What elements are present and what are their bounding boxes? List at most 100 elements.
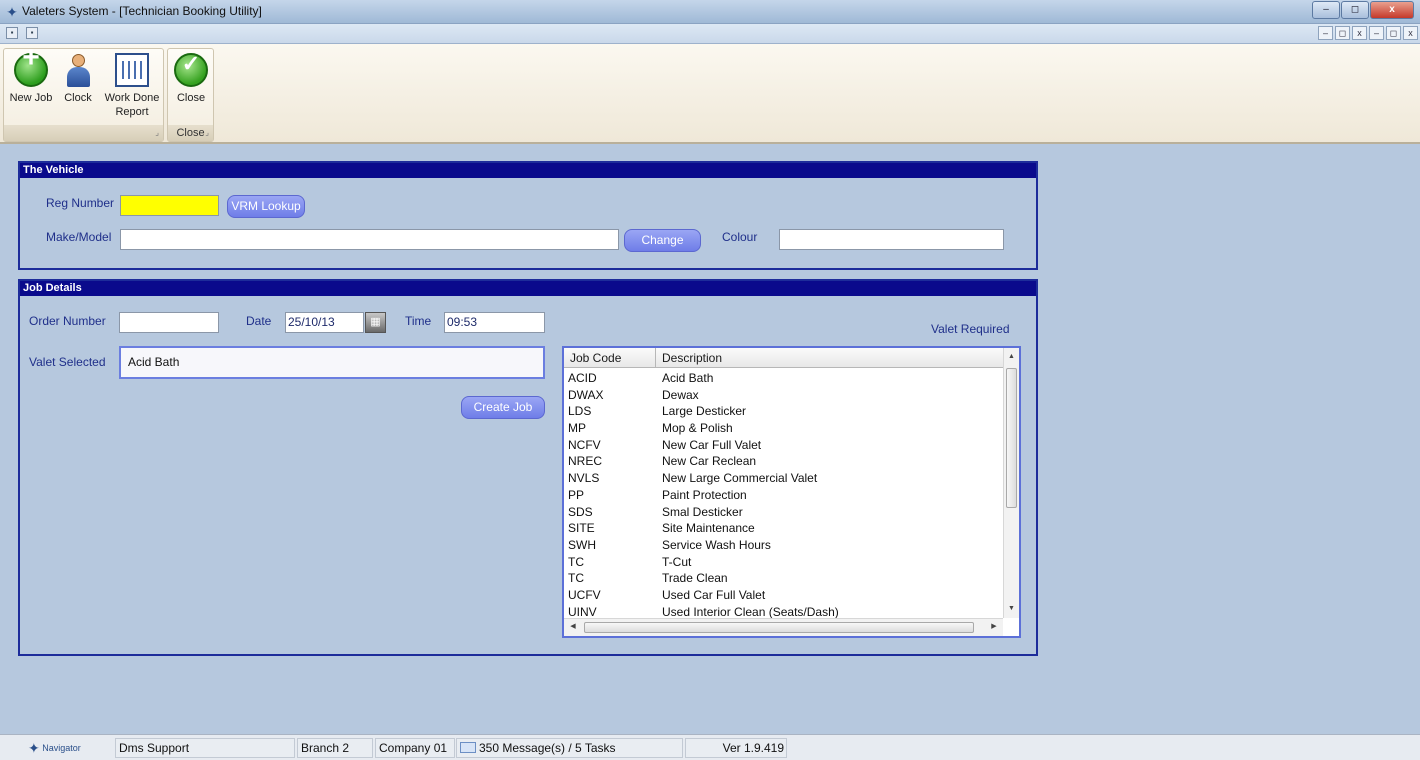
work-done-label-1: Work Done <box>104 92 160 104</box>
description-cell: T-Cut <box>662 554 692 569</box>
list-item[interactable]: ACID Acid Bath <box>564 370 1003 387</box>
valet-selected-field: Acid Bath <box>119 346 545 379</box>
ribbon: New Job Clock Work Done Report ⌟ Close C… <box>0 44 1420 144</box>
create-job-button[interactable]: Create Job <box>461 396 545 419</box>
date-input[interactable]: 25/10/13 <box>285 312 364 333</box>
envelope-icon <box>460 742 476 753</box>
make-model-label: Make/Model <box>46 230 112 244</box>
vertical-scroll-thumb[interactable] <box>1006 368 1017 508</box>
description-cell: Service Wash Hours <box>662 537 771 552</box>
group-expand-icon[interactable]: ⌟ <box>205 125 209 141</box>
list-item[interactable]: SITE Site Maintenance <box>564 520 1003 537</box>
list-item[interactable]: TC Trade Clean <box>564 570 1003 587</box>
report-icon <box>115 53 149 87</box>
time-label: Time <box>405 314 432 328</box>
valet-required-label: Valet Required <box>931 322 1010 336</box>
change-button[interactable]: Change <box>624 229 701 252</box>
vrm-lookup-button[interactable]: VRM Lookup <box>227 195 305 218</box>
list-item[interactable]: DWAX Dewax <box>564 387 1003 404</box>
vertical-scrollbar[interactable]: ▲ ▼ <box>1003 348 1019 618</box>
job-code-cell: LDS <box>568 404 592 419</box>
job-code-cell: SWH <box>568 537 596 552</box>
ribbon-group-main-label: ⌟ <box>4 125 163 141</box>
mdi-minimize-button[interactable]: – <box>1318 26 1333 40</box>
job-code-cell: SDS <box>568 504 593 519</box>
messages-label: 350 Message(s) / 5 Tasks <box>479 741 616 755</box>
list-item[interactable]: UCFV Used Car Full Valet <box>564 587 1003 604</box>
job-code-cell: NVLS <box>568 471 600 486</box>
mdi-close-button[interactable]: x <box>1352 26 1367 40</box>
job-code-cell: ACID <box>568 371 597 385</box>
child-restore-button[interactable]: ◻ <box>1386 26 1401 40</box>
job-code-cell: DWAX <box>568 387 604 402</box>
list-item[interactable]: PP Paint Protection <box>564 487 1003 504</box>
description-cell: Site Maintenance <box>662 521 755 536</box>
list-item[interactable]: NCFV New Car Full Valet <box>564 437 1003 454</box>
job-code-column-header[interactable]: Job Code <box>564 348 656 368</box>
description-cell: Smal Desticker <box>662 504 743 519</box>
description-cell: New Car Reclean <box>662 454 757 469</box>
title-bar: ✦ Valeters System - [Technician Booking … <box>0 0 1420 24</box>
close-ribbon-button[interactable]: Close <box>170 53 212 105</box>
calendar-icon[interactable]: ▦ <box>365 312 386 333</box>
scroll-up-icon[interactable]: ▲ <box>1004 350 1019 364</box>
valet-list[interactable]: Job Code Description ACID Acid Bath DWAX De… <box>562 346 1021 638</box>
ribbon-group-close: Close Close ⌟ <box>167 48 214 142</box>
clock-button[interactable]: Clock <box>58 53 98 105</box>
new-job-label: New Job <box>9 92 53 104</box>
reg-number-input[interactable] <box>120 195 219 216</box>
reg-number-label: Reg Number <box>46 196 115 210</box>
job-code-cell: PP <box>568 487 585 502</box>
mdi-strip: ▪ ▪ – ◻ x – ◻ x <box>0 24 1420 44</box>
ribbon-group-main: New Job Clock Work Done Report ⌟ <box>3 48 164 142</box>
close-window-button[interactable]: x <box>1370 1 1414 19</box>
job-code-cell: TC <box>568 571 584 586</box>
description-cell: Large Desticker <box>662 404 747 419</box>
list-item[interactable]: NREC New Car Reclean <box>564 453 1003 470</box>
list-rows: ACID Acid Bath DWAX Dewax LDS Large Desticker… <box>564 370 1003 620</box>
make-model-input[interactable] <box>120 229 619 250</box>
description-cell: Trade Clean <box>662 571 728 586</box>
new-job-button[interactable]: New Job <box>6 51 56 105</box>
list-item[interactable]: TC T-Cut <box>564 554 1003 571</box>
description-cell: Mop & Polish <box>662 421 733 436</box>
work-done-report-button[interactable]: Work Done Report <box>102 53 162 119</box>
order-number-input[interactable] <box>119 312 219 333</box>
job-code-cell: UCFV <box>568 587 601 602</box>
status-branch: Branch 2 <box>297 738 373 758</box>
minimize-button[interactable]: – <box>1312 1 1340 19</box>
time-input[interactable]: 09:53 <box>444 312 545 333</box>
colour-label: Colour <box>722 230 758 244</box>
status-messages[interactable]: 350 Message(s) / 5 Tasks <box>456 738 683 758</box>
scroll-right-icon[interactable]: ▶ <box>987 620 1001 634</box>
status-user: Dms Support <box>115 738 295 758</box>
list-item[interactable]: LDS Large Desticker <box>564 403 1003 420</box>
child-close-button[interactable]: x <box>1403 26 1418 40</box>
list-item[interactable]: SDS Smal Desticker <box>564 504 1003 521</box>
horizontal-scroll-thumb[interactable] <box>584 622 974 633</box>
mdi-icon-2[interactable]: ▪ <box>26 27 38 39</box>
date-label: Date <box>246 314 272 328</box>
mdi-icon-1[interactable]: ▪ <box>6 27 18 39</box>
list-item[interactable]: NVLS New Large Commercial Valet <box>564 470 1003 487</box>
valet-selected-label: Valet Selected <box>29 355 106 369</box>
description-cell: Paint Protection <box>662 487 747 502</box>
list-item[interactable]: SWH Service Wash Hours <box>564 537 1003 554</box>
mdi-restore-button[interactable]: ◻ <box>1335 26 1350 40</box>
description-column-header[interactable]: Description <box>656 348 1003 368</box>
description-cell: Used Car Full Valet <box>662 587 766 602</box>
restore-button[interactable]: ◻ <box>1341 1 1369 19</box>
horizontal-scrollbar[interactable]: ◀ ▶ <box>564 618 1003 636</box>
job-code-cell: NCFV <box>568 437 601 452</box>
scroll-left-icon[interactable]: ◀ <box>566 620 580 634</box>
navigator-star-icon: ✦ <box>28 740 40 756</box>
job-code-cell: SITE <box>568 521 595 536</box>
scroll-down-icon[interactable]: ▼ <box>1004 602 1019 616</box>
child-minimize-button[interactable]: – <box>1369 26 1384 40</box>
colour-input[interactable] <box>779 229 1004 250</box>
list-item[interactable]: MP Mop & Polish <box>564 420 1003 437</box>
group-expand-icon[interactable]: ⌟ <box>155 125 159 141</box>
list-header: Job Code Description <box>564 348 1003 368</box>
vehicle-panel-header: The Vehicle <box>20 163 1036 178</box>
clock-label: Clock <box>64 92 92 104</box>
